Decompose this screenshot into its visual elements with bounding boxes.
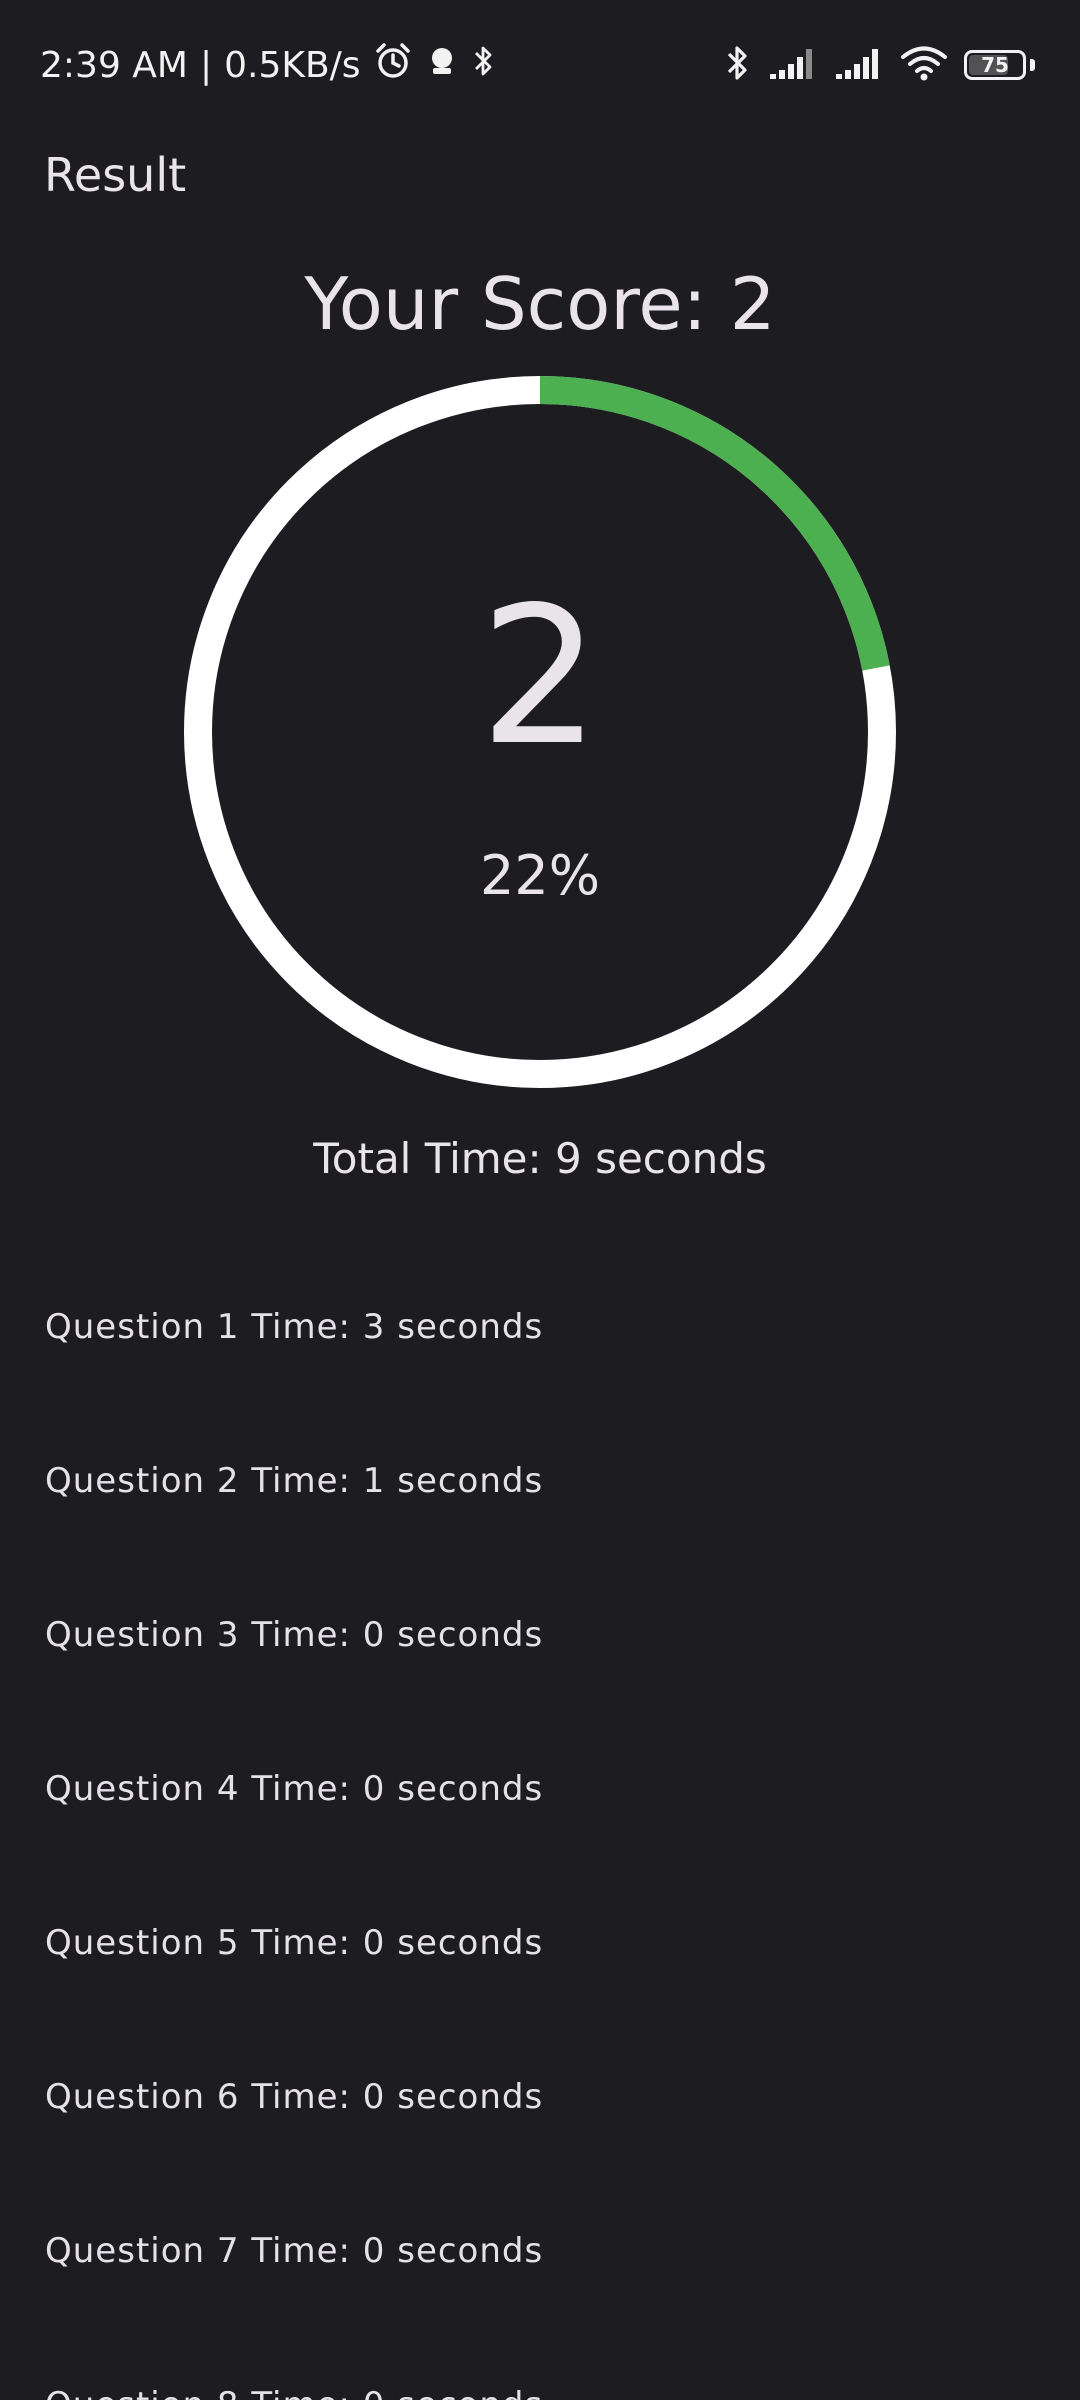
status-right: 75: [724, 40, 1035, 90]
list-item: Question 7 Time: 0 seconds: [45, 2231, 544, 2271]
status-separator: |: [199, 44, 213, 86]
alarm-icon: [373, 41, 413, 90]
score-ring: 2 22%: [180, 372, 900, 1092]
signal-icon: [834, 46, 884, 84]
battery-cap: [1030, 59, 1035, 71]
bluetooth-icon: [471, 43, 497, 88]
list-item: Question 8 Time: 0 seconds: [0, 2328, 1080, 2400]
status-time: 2:39 AM: [40, 44, 188, 86]
list-item: Question 6 Time: 0 seconds: [45, 2077, 544, 2117]
list-item: Question 5 Time: 0 seconds: [45, 1923, 544, 1963]
list-item: Question 2 Time: 1 seconds: [45, 1461, 544, 1501]
question-time-list: Question 1 Time: 3 seconds Question 2 Ti…: [0, 1250, 1080, 2400]
score-value: 2: [479, 566, 601, 787]
status-bar: 2:39 AM | 0.5KB/s 75: [0, 0, 1080, 130]
list-item: Question 3 Time: 0 seconds: [45, 1615, 544, 1655]
notification-icon: [425, 44, 459, 87]
signal-icon: [768, 46, 818, 84]
battery-level: 75: [981, 53, 1009, 77]
status-left: 2:39 AM | 0.5KB/s: [40, 40, 497, 90]
score-heading: Your Score: 2: [304, 262, 776, 346]
total-time: Total Time: 9 seconds: [313, 1134, 767, 1183]
score-percent: 22%: [479, 844, 601, 907]
bluetooth-icon: [724, 43, 752, 87]
list-item: Question 1 Time: 3 seconds: [45, 1307, 544, 1347]
battery-icon: 75: [964, 50, 1026, 80]
list-item: Question 4 Time: 0 seconds: [45, 1769, 544, 1809]
page-title: Result: [44, 148, 187, 202]
network-speed: 0.5KB/s: [224, 44, 361, 86]
wifi-icon: [900, 44, 948, 86]
